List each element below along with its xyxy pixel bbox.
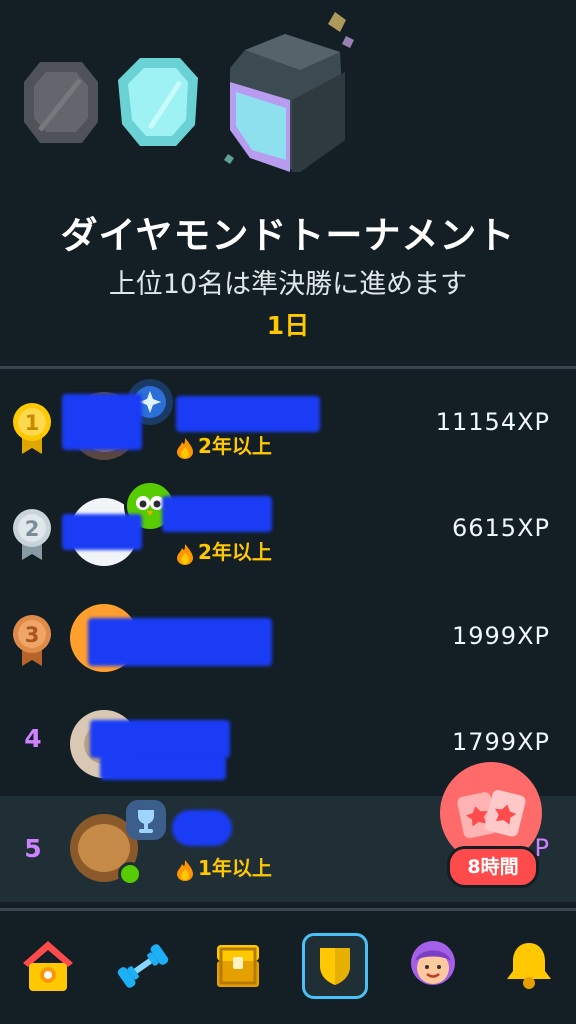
- flame-icon: [177, 543, 193, 565]
- home-icon: [23, 941, 73, 991]
- notifications-bell-icon: [507, 943, 551, 989]
- nav-home[interactable]: [15, 933, 81, 999]
- profile-avatar-icon: [411, 941, 455, 985]
- flame-icon: [177, 859, 193, 881]
- treasure-chest-icon: [217, 945, 259, 987]
- league-gems: [0, 0, 576, 200]
- silver-gem-icon: [24, 62, 98, 143]
- practice-dumbbell-icon: [117, 944, 169, 988]
- streak-label: 2年以上: [176, 536, 272, 565]
- trophy-badge-icon: [126, 800, 166, 840]
- silver-medal-icon: 2: [13, 509, 51, 560]
- nav-profile[interactable]: [400, 933, 466, 999]
- nav-treasure[interactable]: [205, 933, 271, 999]
- flame-icon: [177, 437, 193, 459]
- streak-label: 1年以上: [176, 852, 272, 881]
- svg-text:3: 3: [25, 623, 40, 647]
- bronze-medal-icon: 3: [13, 615, 51, 666]
- nav-leaderboard[interactable]: [302, 933, 368, 999]
- cyan-gem-icon: [118, 58, 198, 146]
- svg-text:2: 2: [25, 517, 40, 541]
- leaderboard-row-2[interactable]: 2 2年以上 6615XP: [0, 478, 576, 584]
- redacted-name: [162, 496, 272, 532]
- redacted-name: [172, 810, 232, 846]
- redacted-name: [62, 514, 142, 550]
- leaderboard-shield-icon: [320, 948, 350, 985]
- leaderboard-row-1[interactable]: 1 2年以上 11154XP: [0, 372, 576, 478]
- xp-value: 1999XP: [452, 622, 550, 650]
- redacted-name: [62, 394, 142, 450]
- xp-value: 1799XP: [452, 728, 550, 756]
- nav-practice[interactable]: [110, 933, 176, 999]
- online-status-dot: [118, 862, 142, 886]
- redacted-name: [88, 618, 272, 666]
- page-title: ダイヤモンドトーナメント: [60, 214, 516, 257]
- nav-notifications[interactable]: [496, 933, 562, 999]
- gold-medal-icon: 1: [13, 403, 51, 454]
- bottom-navigation: [0, 911, 576, 1024]
- time-remaining: 1日: [266, 311, 310, 340]
- xp-value: 11154XP: [435, 408, 550, 436]
- promotion-info: 上位10名は準決勝に進めます: [108, 269, 468, 300]
- redacted-name: [176, 396, 320, 432]
- redacted-name: [100, 754, 226, 780]
- svg-text:1: 1: [25, 411, 40, 435]
- diamond-gem-icon: [224, 12, 354, 172]
- rank-number: 4: [24, 724, 42, 753]
- leaderboard-row-3[interactable]: 3 1999XP: [0, 584, 576, 690]
- streak-label: 2年以上: [176, 430, 272, 459]
- offer-timer: 8時間: [447, 846, 539, 888]
- redacted-name: [90, 720, 230, 758]
- xp-value: 6615XP: [452, 514, 550, 542]
- divider: [0, 366, 576, 369]
- rank-number: 5: [24, 834, 42, 863]
